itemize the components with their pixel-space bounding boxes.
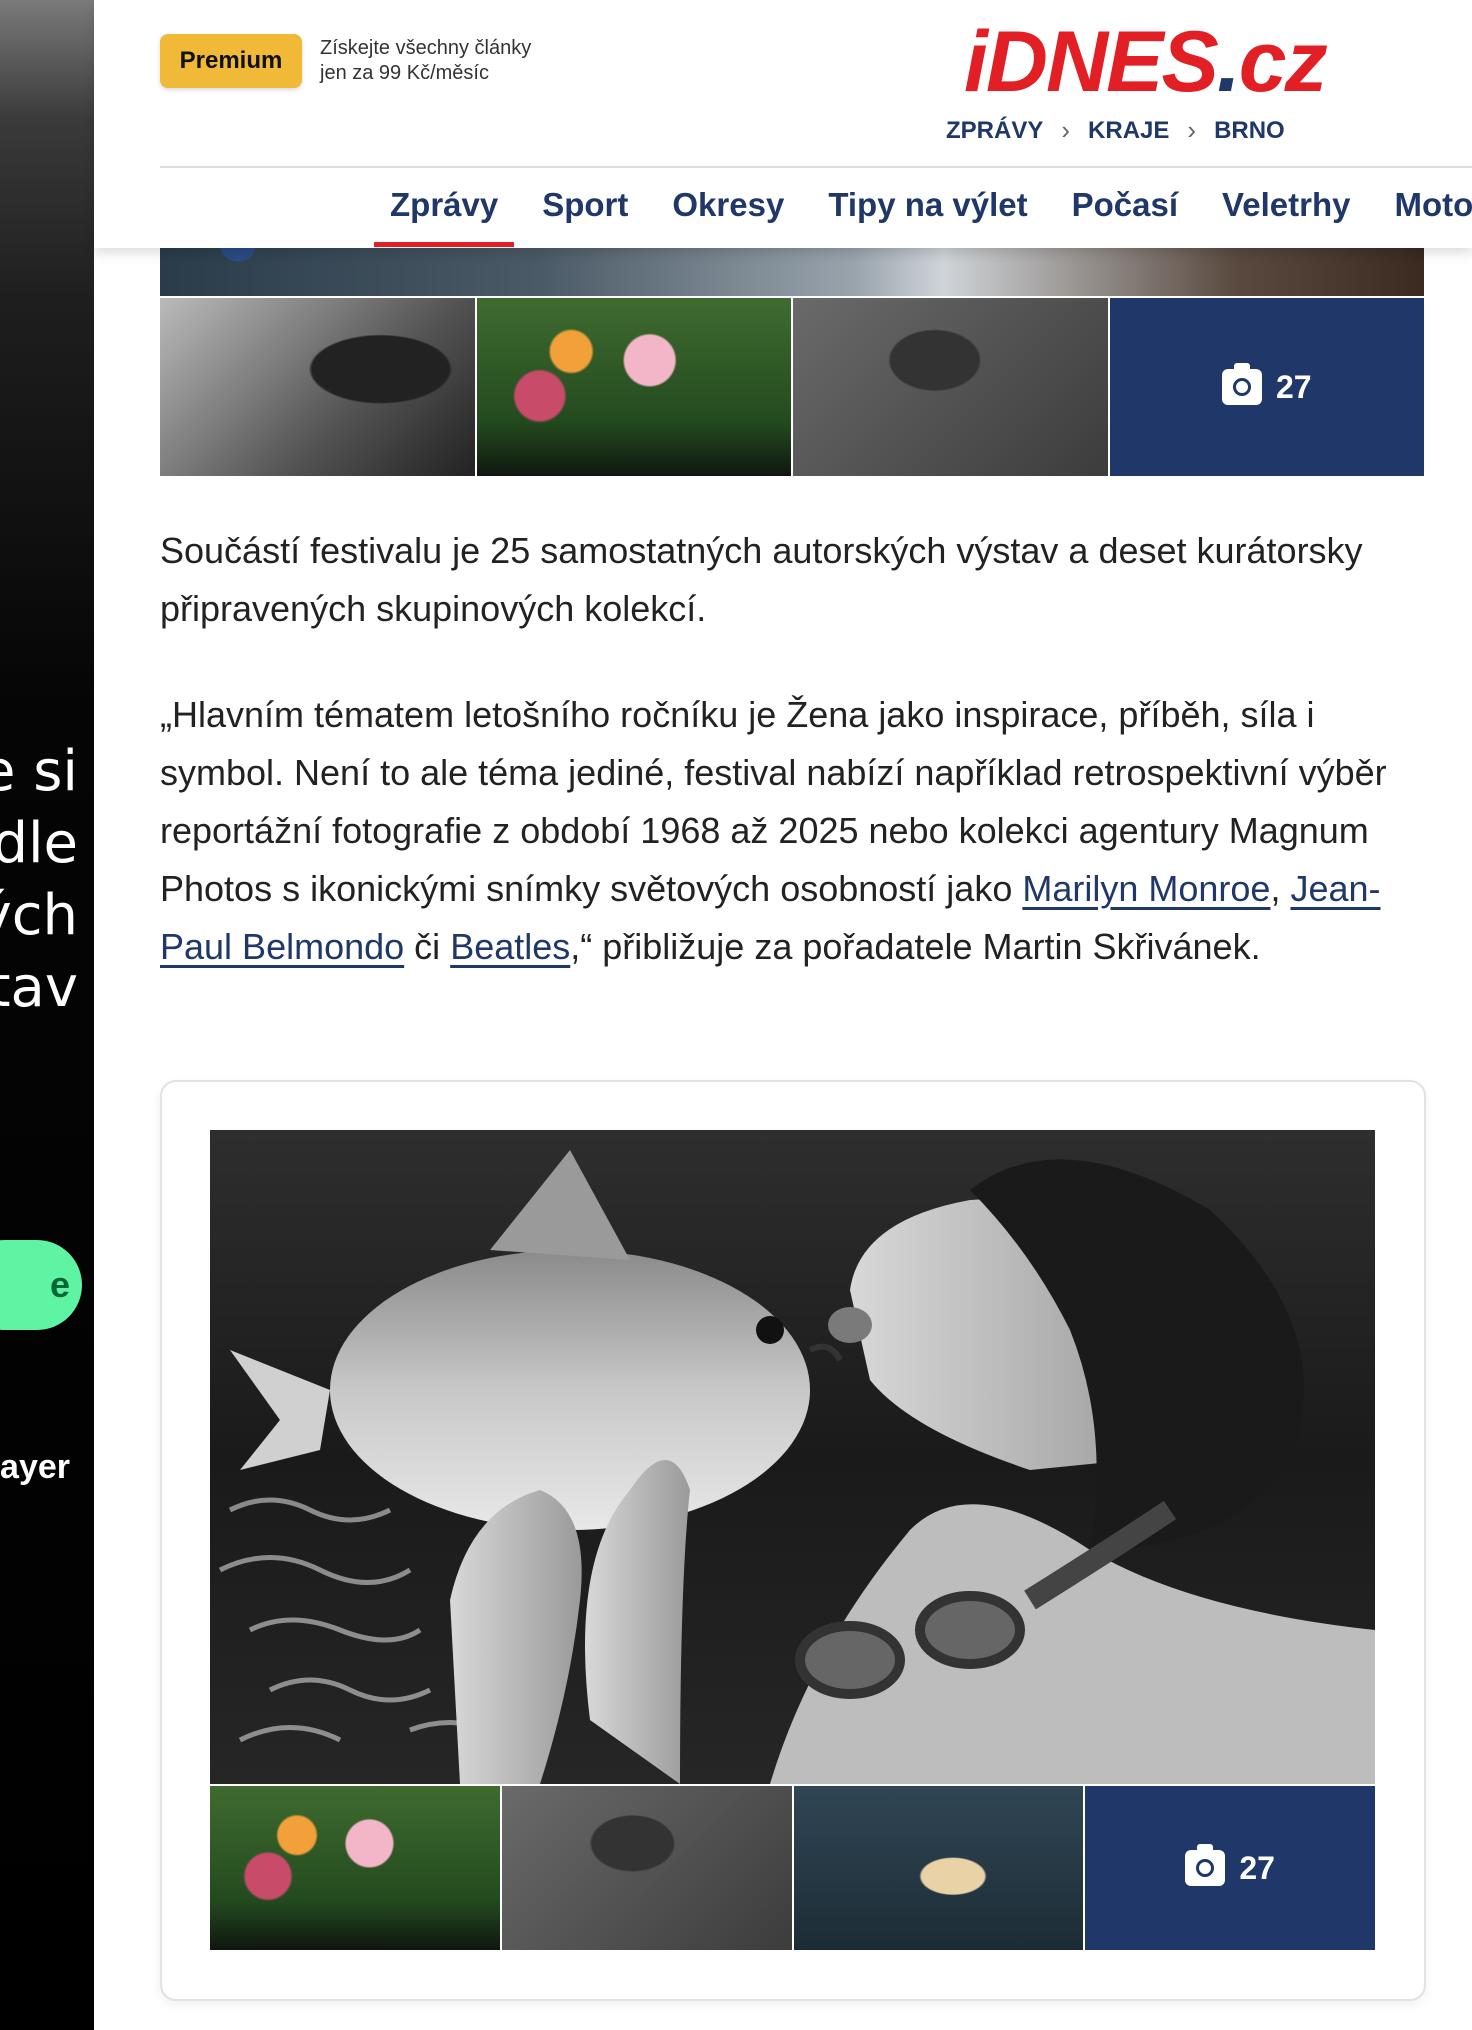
premium-promo[interactable]: Získejte všechny články jen za 99 Kč/měs… — [320, 36, 531, 86]
paragraph-text: či — [404, 926, 451, 967]
gallery-thumbnail[interactable] — [210, 1786, 500, 1950]
link-beatles[interactable]: Beatles — [450, 926, 570, 967]
breadcrumb: ZPRÁVY › KRAJE › BRNO — [946, 115, 1285, 146]
nav-item-okresy[interactable]: Okresy — [666, 186, 790, 224]
gallery-thumbnails: 27 — [210, 1786, 1375, 1950]
breadcrumb-item[interactable]: ZPRÁVY — [946, 117, 1043, 145]
ad-text-line: e si — [0, 739, 78, 804]
article-paragraph: „Hlavním tématem letošního ročníku je Že… — [160, 686, 1430, 976]
site-header: Premium Získejte všechny články jen za 9… — [94, 0, 1472, 248]
gallery-thumbnail[interactable] — [160, 298, 475, 476]
nav-item-sport[interactable]: Sport — [536, 186, 634, 224]
paragraph-text: ,“ přibližuje za pořadatele Martin Skřiv… — [570, 926, 1261, 967]
gallery-thumbnail[interactable] — [793, 298, 1108, 476]
logo-text: iDNES — [964, 14, 1219, 110]
side-advertisement[interactable]: e si dle ých stav e ayer — [0, 0, 94, 2030]
nav-item-zpravy[interactable]: Zprávy — [373, 186, 515, 247]
gallery-thumbnail[interactable] — [476, 298, 791, 476]
logo-dot: . — [1216, 14, 1241, 110]
gallery-more-button[interactable]: 27 — [1085, 1786, 1375, 1950]
photo-count: 27 — [1239, 1849, 1275, 1886]
paragraph-text: , — [1270, 868, 1291, 909]
chevron-right-icon: › — [1187, 115, 1197, 145]
main-nav: Zprávy Sport Okresy Tipy na výlet Počasí… — [373, 186, 1472, 247]
photo-count: 27 — [1275, 368, 1312, 405]
nav-item-tipy-na-vylet[interactable]: Tipy na výlet — [822, 186, 1033, 224]
breadcrumb-item[interactable]: KRAJE — [1088, 117, 1169, 145]
gallery-thumbnails: 27 — [160, 298, 1424, 476]
promo-line: jen za 99 Kč/měsíc — [320, 62, 489, 84]
link-marilyn-monroe[interactable]: Marilyn Monroe — [1022, 868, 1270, 909]
camera-icon — [1221, 363, 1262, 405]
logo-suffix: cz — [1238, 14, 1328, 110]
photo-woman-kissing-fish — [218, 1150, 1375, 1784]
gallery-more-button[interactable]: 27 — [1109, 298, 1424, 476]
article-paragraph: Součástí festivalu je 25 samostatných au… — [160, 530, 1363, 629]
nav-item-veletrhy[interactable]: Veletrhy — [1216, 186, 1356, 224]
nav-item-moto-gp[interactable]: Moto GP — [1388, 186, 1472, 224]
nav-item-pocasi[interactable]: Počasí — [1066, 186, 1184, 224]
premium-button[interactable]: Premium — [160, 34, 302, 88]
breadcrumb-item[interactable]: BRNO — [1214, 117, 1285, 145]
ad-text-line: stav — [0, 955, 78, 1020]
gallery-thumbnail[interactable] — [793, 1786, 1084, 1950]
promo-line: Získejte všechny články — [320, 37, 532, 59]
header-divider — [160, 166, 1472, 168]
gallery-card: 27 — [160, 1080, 1426, 2001]
ad-small-text: ayer — [0, 1448, 70, 1486]
camera-icon — [1185, 1844, 1226, 1886]
ad-text-line: ých — [0, 883, 78, 948]
ad-cta-button[interactable]: e — [0, 1240, 82, 1330]
idnes-logo[interactable]: iDNES.cz — [964, 12, 1328, 112]
gallery-main-photo[interactable] — [210, 1130, 1375, 1784]
gallery-thumbnail[interactable] — [501, 1786, 792, 1950]
chevron-right-icon: › — [1061, 115, 1071, 145]
ad-text-line: dle — [0, 811, 78, 876]
